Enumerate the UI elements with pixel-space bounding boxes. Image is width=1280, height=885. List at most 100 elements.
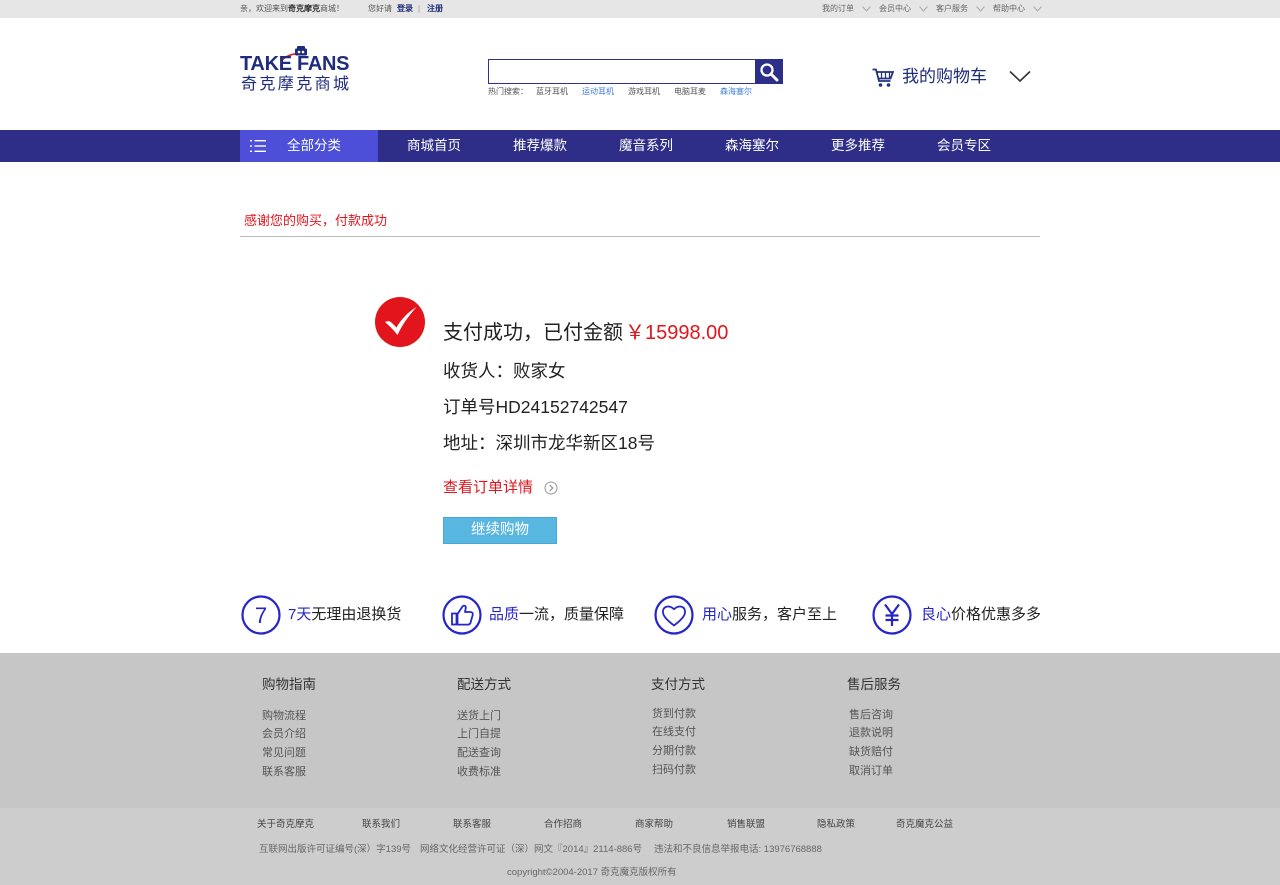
copyright: copyright©2004-2017 奇克魔克版权所有 [507, 867, 677, 878]
search-button[interactable] [755, 59, 783, 84]
payment-status-text: 支付成功，已付金额 [443, 322, 623, 344]
footer-column-after-sales: 售后服务 售后咨询 退款说明 缺货赔付 取消订单 [847, 676, 901, 780]
footer-link[interactable]: 分期付款 [652, 742, 705, 761]
footer-bottom-link[interactable]: 联系客服 [453, 818, 491, 832]
greeting-text: 您好请 [368, 4, 392, 13]
license-text: 违法和不良信息举报电话: 13976768888 [654, 844, 822, 855]
feature-desc: 无理由退换货 [311, 606, 402, 623]
footer-bottom-link[interactable]: 商家帮助 [635, 818, 673, 832]
continue-shopping-button[interactable]: 继续购物 [443, 517, 557, 544]
license-text: 网络文化经营许可证（深）网文『2014』2114-886号 [420, 844, 643, 855]
footer-link[interactable]: 常见问题 [262, 744, 316, 763]
welcome-message: 亲，欢迎来到奇克摩克商城！ [240, 0, 344, 18]
list-icon [250, 140, 266, 152]
footer-column-title: 售后服务 [847, 677, 901, 692]
footer-link[interactable]: 会员介绍 [262, 725, 316, 744]
footer-column-title: 支付方式 [651, 677, 705, 692]
footer-link[interactable]: 取消订单 [849, 762, 901, 781]
footer-link[interactable]: 收费标准 [457, 763, 511, 782]
nav-item-beats-series[interactable]: 魔音系列 [593, 130, 699, 162]
footer-bottom-link[interactable]: 销售联盟 [727, 818, 765, 832]
feature-desc: 服务，客户至上 [732, 606, 838, 623]
view-order-details-link[interactable]: 查看订单详情 [443, 478, 558, 498]
nav-item-members[interactable]: 会员专区 [911, 130, 1017, 162]
payment-status: 支付成功，已付金额 ￥15998.00 [443, 320, 728, 346]
top-link-my-orders[interactable]: 我的订单 [822, 0, 879, 18]
footer-link[interactable]: 上门自提 [457, 725, 511, 744]
site-logo[interactable]: TAKE FANS 奇克摩克商城 [240, 46, 356, 98]
separator: | [418, 4, 421, 13]
receiver: 收货人：败家女 [443, 361, 566, 381]
yen-icon [872, 595, 912, 635]
footer-link[interactable]: 购物流程 [262, 707, 316, 726]
heart-icon [654, 595, 694, 635]
hot-search-item[interactable]: 游戏耳机 [628, 86, 660, 98]
nav-item-home[interactable]: 商城首页 [381, 130, 487, 162]
login-group: 您好请 登录 | 注册 [368, 0, 443, 18]
footer-bottom-link[interactable]: 关于奇克摩克 [257, 818, 314, 832]
top-link-help-center[interactable]: 帮助中心 [993, 0, 1050, 18]
chevron-down-icon [1033, 6, 1042, 12]
footer-links-section: 购物指南 购物流程 会员介绍 常见问题 联系客服 配送方式 送货上门 上门自提 … [0, 653, 1280, 808]
top-links: 我的订单 会员中心 客户服务 帮助中心 [822, 0, 1050, 18]
footer-bottom: 关于奇克摩克 联系我们 联系客服 合作招商 商家帮助 销售联盟 隐私政策 奇克魔… [0, 808, 1280, 885]
feature-text: 良心价格优惠多多 [921, 605, 1041, 625]
shipping-address: 地址：深圳市龙华新区18号 [443, 433, 655, 453]
hot-search-item[interactable]: 森海塞尔 [720, 86, 752, 98]
main-nav: 商城首页 推荐爆款 魔音系列 森海塞尔 更多推荐 会员专区 [381, 130, 1017, 162]
footer-link[interactable]: 售后咨询 [849, 706, 901, 725]
cart-button[interactable]: 我的购物车 [872, 66, 987, 88]
feature-quality: 品质一流，质量保障 [442, 595, 624, 635]
footer-bottom-link[interactable]: 奇克魔克公益 [896, 818, 953, 832]
footer-link[interactable]: 配送查询 [457, 744, 511, 763]
hot-search-item[interactable]: 电脑耳麦 [674, 86, 706, 98]
footer-link[interactable]: 扫码付款 [652, 761, 705, 780]
footer-link[interactable]: 缺货赔付 [849, 743, 901, 762]
nav-item-more[interactable]: 更多推荐 [805, 130, 911, 162]
feature-highlight: 7天 [288, 606, 312, 623]
footer-link[interactable]: 送货上门 [457, 707, 511, 726]
feature-text: 品质一流，质量保障 [489, 605, 624, 625]
hot-search-item[interactable]: 蓝牙耳机 [536, 86, 568, 98]
seven-days-icon: 7 [241, 595, 281, 635]
hot-search: 热门搜索： 蓝牙耳机 运动耳机 游戏耳机 电脑耳麦 森海塞尔 [488, 86, 766, 98]
cart-label: 我的购物车 [902, 67, 987, 86]
footer-bottom-link[interactable]: 隐私政策 [817, 818, 855, 832]
feature-text: 7天无理由退换货 [288, 605, 401, 625]
nav-item-sennheiser[interactable]: 森海塞尔 [699, 130, 805, 162]
cart-icon [872, 68, 894, 87]
all-categories-menu[interactable]: 全部分类 [240, 130, 378, 162]
page-title: 感谢您的购买，付款成功 [244, 213, 388, 228]
feature-service: 用心服务，客户至上 [654, 595, 837, 635]
feature-price: 良心价格优惠多多 [872, 595, 1041, 635]
thumbs-up-icon [442, 595, 482, 635]
footer-link-list: 送货上门 上门自提 配送查询 收费标准 [457, 707, 511, 782]
login-link[interactable]: 登录 [397, 0, 413, 18]
footer-link[interactable]: 退款说明 [849, 724, 901, 743]
footer-link[interactable]: 货到付款 [652, 705, 705, 724]
footer-link[interactable]: 在线支付 [652, 723, 705, 742]
hot-search-label: 热门搜索： [488, 87, 528, 96]
order-number: 订单号HD24152742547 [443, 397, 628, 417]
footer-bottom-link[interactable]: 联系我们 [362, 818, 400, 832]
top-bar: 亲，欢迎来到奇克摩克商城！ 您好请 登录 | 注册 我的订单 会员中心 客户服务… [0, 0, 1280, 18]
top-link-member-center[interactable]: 会员中心 [879, 0, 936, 18]
feature-text: 用心服务，客户至上 [702, 605, 837, 625]
footer-link-list: 购物流程 会员介绍 常见问题 联系客服 [262, 707, 316, 782]
nav-item-hot-picks[interactable]: 推荐爆款 [487, 130, 593, 162]
chevron-down-icon[interactable] [1009, 70, 1031, 83]
footer-link[interactable]: 联系客服 [262, 763, 316, 782]
logo-text-en: TAKE FANS [240, 53, 350, 75]
feature-highlight: 用心 [702, 606, 733, 623]
footer-link-list: 售后咨询 退款说明 缺货赔付 取消订单 [847, 706, 901, 781]
paid-amount: ￥15998.00 [625, 322, 729, 344]
success-check-icon [375, 297, 425, 347]
top-link-customer-service[interactable]: 客户服务 [936, 0, 993, 18]
footer-column-title: 配送方式 [457, 677, 511, 692]
footer-bottom-link[interactable]: 合作招商 [544, 818, 582, 832]
footer-link-list: 货到付款 在线支付 分期付款 扫码付款 [651, 705, 705, 780]
hot-search-item[interactable]: 运动耳机 [582, 86, 614, 98]
register-link[interactable]: 注册 [427, 0, 443, 18]
welcome-brand: 奇克摩克 [288, 4, 320, 13]
search-input[interactable] [488, 59, 755, 84]
